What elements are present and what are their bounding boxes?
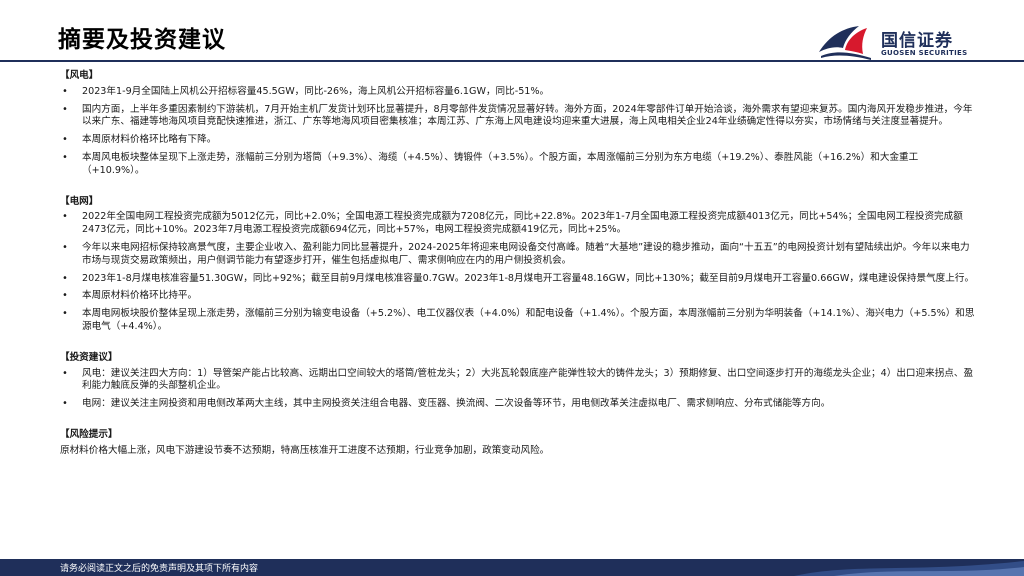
section-heading-investment: 【投资建议】 [60,351,118,363]
footer-bar: 请务必阅读正文之后的免责声明及其项下所有内容 [0,559,1024,576]
list-item-text: 2022年全国电网工程投资完成额为5012亿元，同比+2.0%；全国电源工程投资… [82,211,963,236]
bullet-icon: • [62,85,68,97]
bullet-icon: • [62,103,68,115]
bullet-icon: • [62,308,68,320]
list-item: • 2022年全国电网工程投资完成额为5012亿元，同比+2.0%；全国电源工程投… [60,211,975,237]
logo-mark-icon [819,26,871,60]
list-item-text: 风电：建议关注四大方向：1）导管架产能占比较高、远期出口空间较大的塔筒/管桩龙头… [82,367,974,392]
footer-disclaimer: 请务必阅读正文之后的免责声明及其项下所有内容 [60,564,259,574]
section-investment-advice: 【投资建议】 • 风电：建议关注四大方向：1）导管架产能占比较高、远期出口空间较大… [60,352,975,411]
content-body: 【风电】 • 2023年1-9月全国陆上风机公开招标容量45.5GW，同比-26%… [60,70,975,458]
list-item: • 本周原材料价格环比持平。 [60,290,975,303]
bullet-icon: • [62,134,68,146]
list-item: • 2023年1-9月全国陆上风机公开招标容量45.5GW，同比-26%，海上风机… [60,86,975,99]
bullet-icon: • [62,241,68,253]
list-item: • 本周原材料价格环比略有下降。 [60,134,975,147]
bullet-icon: • [62,211,68,223]
company-logo: 国信证券 GUOSEN SECURITIES [815,22,975,62]
bullet-icon: • [62,272,68,284]
bullet-icon: • [62,367,68,379]
bullet-icon: • [62,151,68,163]
list-item: • 2023年1-8月煤电核准容量51.30GW，同比+92%；截至目前9月煤电核… [60,273,975,286]
bullet-icon: • [62,398,68,410]
list-item-text: 本周原材料价格环比略有下降。 [82,134,217,146]
section-heading-wind: 【风电】 [60,70,99,81]
list-item: • 今年以来电网招标保持较高景气度，主要企业收入、盈利能力同比显著提升，2024-… [60,242,975,268]
list-item: • 风电：建议关注四大方向：1）导管架产能占比较高、远期出口空间较大的塔筒/管桩龙… [60,368,975,394]
section-heading-risk: 【风险提示】 [60,428,118,440]
list-item-text: 2023年1-8月煤电核准容量51.30GW，同比+92%；截至目前9月煤电核准… [82,272,975,284]
list-item: • 本周风电板块整体呈现下上涨走势，涨幅前三分别为塔筒（+9.3%）、海缆（+4.… [60,152,975,178]
list-item-text: 2023年1-9月全国陆上风机公开招标容量45.5GW，同比-26%，海上风机公… [82,85,550,97]
footer-wave-icon [794,561,1024,576]
list-item-text: 本周电网板块股价整体呈现上涨走势，涨幅前三分别为输变电设备（+5.2%）、电工仪… [82,308,975,332]
list-item-text: 本周原材料价格环比持平。 [82,290,198,302]
wind-bullet-list: • 2023年1-9月全国陆上风机公开招标容量45.5GW，同比-26%，海上风机… [60,86,975,178]
risk-text: 原材料价格大幅上涨，风电下游建设节奏不达预期，特高压核准开工进度不达预期，行业竞… [60,444,550,456]
section-wind: 【风电】 • 2023年1-9月全国陆上风机公开招标容量45.5GW，同比-26%… [60,70,975,178]
page-title: 摘要及投资建议 [58,27,226,53]
logo-name-en: GUOSEN SECURITIES [881,49,968,57]
list-item-text: 国内方面，上半年多重因素制约下游装机，7月开始主机厂发货计划环比显著提升，8月零… [82,103,973,128]
investment-bullet-list: • 风电：建议关注四大方向：1）导管架产能占比较高、远期出口空间较大的塔筒/管桩龙… [60,368,975,411]
section-grid: 【电网】 • 2022年全国电网工程投资完成额为5012亿元，同比+2.0%；全国… [60,196,975,334]
list-item: • 本周电网板块股价整体呈现上涨走势，涨幅前三分别为输变电设备（+5.2%）、电工… [60,308,975,334]
list-item-text: 本周风电板块整体呈现下上涨走势，涨幅前三分别为塔筒（+9.3%）、海缆（+4.5… [82,151,919,176]
section-heading-grid: 【电网】 [60,195,99,207]
list-item: • 国内方面，上半年多重因素制约下游装机，7月开始主机厂发货计划环比显著提升，8月… [60,104,975,130]
logo-name-cn: 国信证券 [881,31,953,51]
grid-bullet-list: • 2022年全国电网工程投资完成额为5012亿元，同比+2.0%；全国电源工程投… [60,211,975,333]
bullet-icon: • [62,290,68,302]
section-risk: 【风险提示】 原材料价格大幅上涨，风电下游建设节奏不达预期，特高压核准开工进度不… [60,429,975,458]
list-item: • 电网：建议关注主网投资和用电侧改革两大主线，其中主网投资关注组合电器、变压器、… [60,398,975,411]
list-item-text: 电网：建议关注主网投资和用电侧改革两大主线，其中主网投资关注组合电器、变压器、换… [82,398,831,410]
list-item-text: 今年以来电网招标保持较高景气度，主要企业收入、盈利能力同比显著提升，2024-2… [82,241,970,266]
